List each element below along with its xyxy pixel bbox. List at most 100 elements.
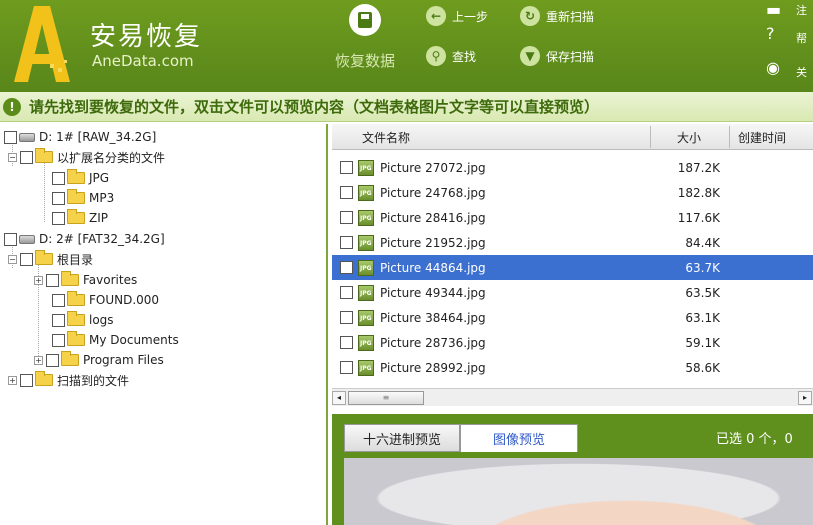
jpg-file-icon (358, 184, 374, 201)
file-name: Picture 24768.jpg (380, 185, 486, 200)
help-label[interactable]: 帮 (796, 30, 807, 46)
tree-item-label: D: 2# [FAT32_34.2G] (39, 232, 165, 246)
tree-item-mp3[interactable]: MP3 (52, 189, 114, 207)
checkbox[interactable] (52, 191, 65, 205)
collapse-icon[interactable]: − (8, 254, 17, 264)
checkbox[interactable] (340, 211, 353, 224)
file-size: 187.2K (677, 160, 720, 175)
file-size: 63.1K (685, 310, 720, 325)
checkbox[interactable] (340, 236, 353, 249)
checkbox[interactable] (4, 130, 17, 144)
tree-item-program-files[interactable]: + Program Files (34, 351, 164, 369)
tree-item-drive-d1[interactable]: D: 1# [RAW_34.2G] (4, 128, 156, 146)
file-name: Picture 28992.jpg (380, 360, 486, 375)
jpg-file-icon (358, 359, 374, 376)
file-row[interactable]: Picture 28736.jpg 59.1K (332, 330, 813, 355)
tree-item-label: 扫描到的文件 (57, 373, 130, 388)
collapse-icon[interactable]: − (8, 152, 17, 162)
find-label: 查找 (452, 49, 477, 64)
arrow-left-icon: ← (426, 6, 446, 26)
column-header-size[interactable]: 大小 (677, 129, 701, 146)
jpg-file-icon (358, 234, 374, 251)
tree-item-by-extension[interactable]: − 以扩展名分类的文件 (8, 148, 165, 166)
checkbox[interactable] (20, 252, 33, 266)
checkbox[interactable] (340, 361, 353, 374)
checkbox[interactable] (52, 211, 65, 225)
folder-icon (35, 148, 53, 163)
tree-item-root[interactable]: − 根目录 (8, 250, 93, 268)
checkbox[interactable] (340, 261, 353, 274)
checkbox[interactable] (340, 336, 353, 349)
file-row[interactable]: Picture 27072.jpg 187.2K (332, 155, 813, 180)
tree-item-drive-d2[interactable]: D: 2# [FAT32_34.2G] (4, 230, 165, 248)
save-disk-icon (349, 4, 381, 36)
rescan-button[interactable]: ↻ 重新扫描 (520, 6, 594, 26)
file-row[interactable]: Picture 24768.jpg 182.8K (332, 180, 813, 205)
tree-item-label: MP3 (89, 191, 115, 205)
expand-icon[interactable]: + (34, 275, 43, 285)
folder-icon (61, 351, 79, 366)
tree-item-label: My Documents (89, 333, 179, 347)
tab-image-preview[interactable]: 图像预览 (460, 424, 578, 452)
file-row[interactable]: Picture 38464.jpg 63.1K (332, 305, 813, 330)
refresh-icon: ↻ (520, 6, 540, 26)
expand-icon[interactable]: + (8, 375, 17, 385)
help-icon[interactable]: ? (766, 24, 775, 43)
anedata-logo-icon (14, 6, 70, 82)
file-row[interactable]: Picture 28416.jpg 117.6K (332, 205, 813, 230)
info-icon: ! (3, 97, 21, 116)
tab-hex-preview[interactable]: 十六进制预览 (344, 424, 460, 452)
tree-item-scanned-files[interactable]: + 扫描到的文件 (8, 371, 129, 389)
register-label[interactable]: 注 (796, 2, 807, 18)
tree-item-found000[interactable]: FOUND.000 (52, 291, 159, 309)
column-header-created[interactable]: 创建时间 (738, 129, 786, 146)
find-button[interactable]: ⚲ 查找 (426, 46, 476, 66)
checkbox[interactable] (340, 286, 353, 299)
expand-icon[interactable]: + (34, 355, 43, 365)
checkbox[interactable] (52, 171, 65, 185)
checkbox[interactable] (46, 353, 59, 367)
file-name: Picture 27072.jpg (380, 160, 486, 175)
file-row[interactable]: Picture 21952.jpg 84.4K (332, 230, 813, 255)
file-name: Picture 21952.jpg (380, 235, 486, 250)
checkbox[interactable] (46, 273, 59, 287)
column-divider[interactable] (729, 126, 730, 148)
tree-item-logs[interactable]: logs (52, 311, 114, 329)
about-label[interactable]: 关 (796, 64, 807, 80)
selection-info: 已选 0 个，0 (716, 432, 793, 447)
checkbox[interactable] (340, 311, 353, 324)
tree-item-favorites[interactable]: + Favorites (34, 271, 137, 289)
horizontal-scrollbar[interactable]: ◂ ≡ ▸ (332, 388, 813, 406)
about-icon[interactable]: ◉ (766, 58, 780, 77)
checkbox[interactable] (52, 333, 65, 347)
rescan-label: 重新扫描 (546, 9, 595, 24)
checkbox[interactable] (52, 293, 65, 307)
checkbox[interactable] (340, 161, 353, 174)
folder-icon (67, 209, 85, 224)
checkbox[interactable] (20, 150, 33, 164)
file-size: 84.4K (685, 235, 720, 250)
checkbox[interactable] (340, 186, 353, 199)
image-preview-area (344, 458, 813, 525)
file-size: 63.5K (685, 285, 720, 300)
save-scan-label: 保存扫描 (546, 49, 595, 64)
checkbox[interactable] (52, 313, 65, 327)
tree-item-my-documents[interactable]: My Documents (52, 331, 179, 349)
prev-step-button[interactable]: ← 上一步 (426, 6, 488, 26)
checkbox[interactable] (4, 232, 17, 246)
register-icon[interactable]: ▬ (766, 0, 781, 19)
file-row[interactable]: Picture 28992.jpg 58.6K (332, 355, 813, 380)
column-header-name[interactable]: 文件名称 (362, 129, 410, 146)
save-scan-button[interactable]: ▼ 保存扫描 (520, 46, 594, 66)
scroll-left-icon[interactable]: ◂ (332, 391, 346, 405)
tree-item-jpg[interactable]: JPG (52, 169, 109, 187)
tree-item-zip[interactable]: ZIP (52, 209, 108, 227)
column-divider[interactable] (650, 126, 651, 148)
scroll-right-icon[interactable]: ▸ (798, 391, 812, 405)
checkbox[interactable] (20, 373, 33, 387)
recover-data-button[interactable]: 恢复数据 (322, 4, 408, 74)
file-row-selected[interactable]: Picture 44864.jpg 63.7K (332, 255, 813, 280)
file-row[interactable]: Picture 49344.jpg 63.5K (332, 280, 813, 305)
scrollbar-thumb[interactable]: ≡ (348, 391, 424, 405)
app-title: 安易恢复 (90, 22, 203, 52)
